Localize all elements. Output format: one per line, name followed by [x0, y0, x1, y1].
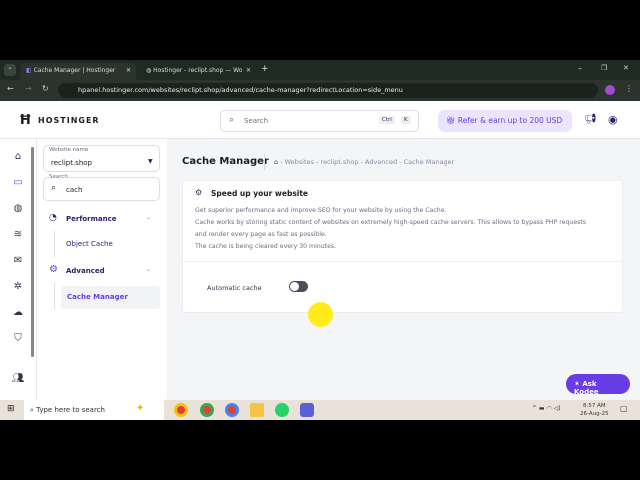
whatsapp-icon[interactable] — [275, 403, 289, 417]
menu-icon[interactable]: ⋮ — [625, 84, 633, 93]
tab-list-button[interactable]: ⌄ — [4, 64, 16, 76]
app-icon[interactable] — [300, 403, 314, 417]
chevron-down-icon: ⌄ — [146, 266, 152, 273]
scrollbar[interactable] — [31, 147, 34, 357]
reload-icon[interactable]: ↻ — [42, 84, 49, 93]
chrome-icon[interactable] — [174, 403, 188, 417]
file-explorer-icon[interactable] — [250, 403, 264, 417]
browser-tab-bar: ⌄ ◧ Cache Manager | Hostinger ✕ ◍ Hosting… — [0, 60, 640, 80]
page-title: Cache Manager — [182, 156, 269, 167]
minimize-button[interactable]: – — [578, 64, 582, 73]
back-icon[interactable]: ← — [7, 84, 14, 93]
domains-icon[interactable]: ◍ — [11, 203, 25, 217]
sidebar-item-performance[interactable]: ◔ Performance ⌄ — [47, 212, 157, 226]
hosting-icon[interactable]: ≋ — [11, 229, 25, 243]
breadcrumb-advanced[interactable]: Advanced — [365, 158, 397, 166]
email-icon[interactable]: ✉ — [11, 255, 25, 269]
cloud-icon[interactable]: ☁ — [11, 307, 25, 321]
close-window-button[interactable]: ✕ — [623, 64, 629, 72]
url-field[interactable]: hpanel.hostinger.com/websites/reclipt.sh… — [58, 83, 598, 98]
gear-icon: ⚙ — [49, 264, 58, 275]
cursor-highlight — [308, 302, 333, 327]
gear-icon: ⚙ — [195, 188, 203, 197]
search-input[interactable]: ⌕ Search Ctrl K — [220, 110, 419, 132]
account-icon[interactable]: ◉ — [608, 113, 618, 126]
divider — [264, 154, 265, 170]
tab-cache-manager[interactable]: ◧ Cache Manager | Hostinger ✕ — [20, 63, 136, 80]
performance-icon: ◔ — [49, 213, 57, 223]
chevron-down-icon: ⌄ — [146, 214, 152, 221]
sidebar-search-input[interactable]: Search ⌕ cach — [43, 174, 160, 201]
card-title: Speed up your website — [211, 189, 309, 198]
card-description: Get superior performance and improve SEO… — [195, 207, 587, 250]
app-header: Ħ HOSTINGER ⌕ Search Ctrl K 🎁︎ Refer & e… — [0, 101, 640, 139]
restore-button[interactable]: ❐ — [601, 64, 607, 72]
clock[interactable]: 8:57 AM 26-Aug-25 — [580, 402, 609, 418]
automatic-cache-toggle[interactable] — [289, 281, 308, 292]
notification-icon[interactable]: ▢ — [620, 404, 628, 413]
windows-start-icon[interactable]: ⊞ — [7, 404, 15, 414]
cache-card: ⚙ Speed up your website Get superior per… — [182, 180, 623, 313]
websites-icon[interactable]: ▭ — [11, 177, 25, 191]
refer-button[interactable]: 🎁︎ Refer & earn up to 200 USD — [438, 110, 572, 132]
breadcrumb-websites[interactable]: Websites — [285, 158, 314, 166]
close-icon[interactable]: ✕ — [246, 67, 251, 74]
profile-avatar[interactable] — [605, 85, 615, 95]
sidebar-item-cache-manager[interactable]: Cache Manager — [61, 286, 160, 309]
sidebar: Website name reclipt.shop ▼ Search ⌕ cac… — [37, 139, 167, 400]
hostinger-favicon-icon: ◧ — [26, 67, 34, 74]
search-icon: ⌕ — [51, 183, 57, 193]
breadcrumb-site[interactable]: reclipt.shop — [320, 158, 358, 166]
ask-kodee-button[interactable]: ✶ Ask Kodee — [566, 374, 630, 396]
megaphone-icon[interactable]: 📢︎ — [584, 114, 597, 125]
sidebar-item-advanced[interactable]: ⚙ Advanced ⌄ — [47, 264, 157, 278]
caret-down-icon: ▼ — [148, 158, 153, 165]
tree-line — [54, 231, 55, 257]
divider — [183, 261, 622, 262]
tree-line — [54, 283, 55, 309]
toggle-knob — [290, 282, 299, 291]
sparkle-icon: ✦ — [136, 403, 145, 414]
breadcrumb-current: Cache Manager — [403, 158, 455, 166]
website-select[interactable]: Website name reclipt.shop ▼ — [43, 145, 160, 172]
taskbar-search-input[interactable]: ⌕ Type here to search ✦ — [24, 400, 164, 420]
windows-taskbar: ⊞ ⌕ Type here to search ✦ 8:57 AM 26-Aug-2… — [0, 400, 640, 420]
hostinger-logo-icon: Ħ — [19, 113, 32, 128]
system-tray-icons[interactable]: ^ ▬ ◠ ◁) — [532, 405, 561, 412]
gift-icon: 🎁︎ — [446, 116, 458, 125]
home-icon[interactable]: ⌂ — [11, 151, 25, 165]
users-icon[interactable]: 👥︎ — [11, 373, 25, 387]
tab-wordpress[interactable]: ◍ Hostinger - reclipt.shop — Wo ✕ — [140, 63, 256, 80]
toggle-label: Automatic cache — [207, 284, 262, 292]
search-icon: ⌕ — [229, 115, 235, 125]
settings-icon[interactable]: ✲ — [11, 281, 25, 295]
kbd-k: K — [401, 116, 411, 124]
home-icon[interactable]: ⌂ — [274, 158, 278, 166]
close-icon[interactable]: ✕ — [126, 67, 131, 74]
chrome-profile-icon[interactable] — [200, 403, 214, 417]
logo-text: HOSTINGER — [38, 116, 100, 125]
icon-rail: ⌂ ▭ ◍ ≋ ✉ ✲ ☁ ⛉ 👥︎ — [0, 139, 37, 400]
shield-icon[interactable]: ⛉ — [11, 333, 25, 347]
sidebar-item-object-cache[interactable]: Object Cache — [66, 240, 113, 248]
breadcrumb: ⌂ - Websites - reclipt.shop - Advanced -… — [274, 158, 455, 166]
new-tab-button[interactable]: + — [261, 64, 269, 74]
kbd-ctrl: Ctrl — [379, 116, 395, 124]
chrome-profile-2-icon[interactable] — [225, 403, 239, 417]
forward-icon[interactable]: → — [25, 84, 32, 93]
